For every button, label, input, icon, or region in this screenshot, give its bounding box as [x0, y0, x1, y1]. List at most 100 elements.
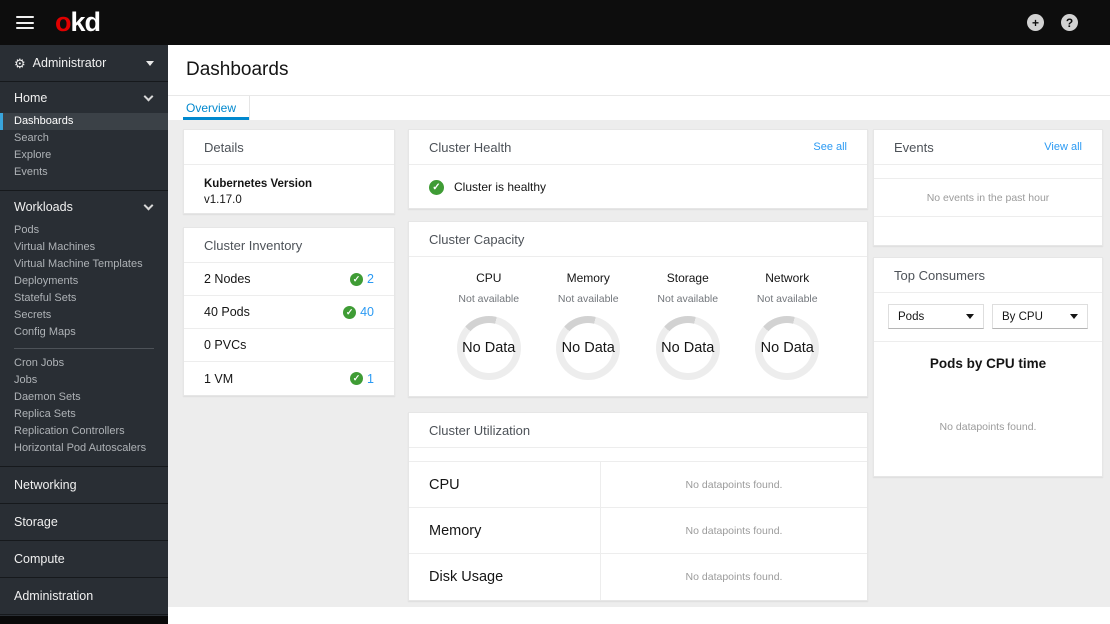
okd-logo-kd: kd [70, 7, 101, 37]
kubernetes-version-label: Kubernetes Version [204, 178, 313, 190]
gauge-network-availability: Not available [756, 293, 818, 305]
nav-home-label: Home [14, 91, 48, 105]
page-title: Dashboards [186, 59, 289, 80]
utilization-card-title: Cluster Utilization [429, 422, 531, 438]
sidebar-item-events[interactable]: Events [0, 164, 168, 181]
utilization-row-cpu: CPU No datapoints found. [409, 462, 867, 508]
nav-divider [14, 348, 154, 349]
sidebar-item-config-maps[interactable]: Config Maps [0, 324, 168, 341]
inventory-row-vms: 1 VM ✓ 1 [184, 362, 394, 395]
inventory-vms-status: ✓ 1 [350, 372, 374, 386]
nav-section-administration: Administration [0, 578, 168, 615]
consumer-metric-select[interactable]: By CPU [992, 304, 1088, 329]
sidebar-item-replication-controllers[interactable]: Replication Controllers [0, 423, 168, 440]
sidebar-item-jobs[interactable]: Jobs [0, 372, 168, 389]
sidebar-item-stateful-sets[interactable]: Stateful Sets [0, 290, 168, 307]
events-card-title: Events [894, 139, 934, 155]
sidebar-item-vm-templates[interactable]: Virtual Machine Templates [0, 256, 168, 273]
nav-compute-label: Compute [14, 552, 65, 566]
consumer-type-select[interactable]: Pods [888, 304, 984, 329]
sidebar-item-secrets[interactable]: Secrets [0, 307, 168, 324]
consumers-empty-message: No datapoints found. [939, 421, 1037, 433]
events-toolbar [874, 165, 1102, 179]
events-card-header: Events View all [874, 130, 1102, 165]
events-card: Events View all No events in the past ho… [873, 129, 1103, 246]
utilization-cpu-label: CPU [409, 462, 601, 507]
gauge-cpu-availability: Not available [458, 293, 520, 305]
sidebar-item-deployments[interactable]: Deployments [0, 273, 168, 290]
nav-networking-header[interactable]: Networking [0, 467, 168, 503]
sidebar-item-cron-jobs[interactable]: Cron Jobs [0, 355, 168, 372]
column-left: Details Kubernetes Version v1.17.0 Clust… [183, 129, 395, 396]
inventory-vms-count[interactable]: 1 [367, 372, 374, 386]
sidebar-item-horizontal-pod-autoscalers[interactable]: Horizontal Pod Autoscalers [0, 440, 168, 457]
perspective-switcher[interactable]: ⚙ Administrator [0, 45, 168, 82]
nav-workloads-header[interactable]: Workloads [0, 191, 168, 222]
utilization-toolbar [409, 448, 867, 462]
sidebar-item-virtual-machines[interactable]: Virtual Machines [0, 239, 168, 256]
sidebar-item-pods[interactable]: Pods [0, 222, 168, 239]
utilization-memory-label: Memory [409, 508, 601, 553]
details-card: Details Kubernetes Version v1.17.0 [183, 129, 395, 214]
see-all-link[interactable]: See all [813, 141, 847, 153]
inventory-nodes-label[interactable]: 2 Nodes [204, 272, 251, 286]
gauge-memory-label: Memory [566, 271, 610, 285]
capacity-card-body: CPU Not available No Data Memory Not ava… [409, 257, 867, 380]
inventory-nodes-status: ✓ 2 [350, 272, 374, 286]
help-icon[interactable]: ? [1061, 14, 1078, 31]
nav-workloads-label: Workloads [14, 200, 73, 214]
sidebar-item-replica-sets[interactable]: Replica Sets [0, 406, 168, 423]
nav-storage-header[interactable]: Storage [0, 504, 168, 540]
view-all-link[interactable]: View all [1044, 141, 1082, 153]
caret-down-icon [1070, 314, 1078, 319]
health-card-header: Cluster Health See all [409, 130, 867, 165]
inventory-card-title: Cluster Inventory [204, 237, 303, 253]
sidebar-item-daemon-sets[interactable]: Daemon Sets [0, 389, 168, 406]
inventory-vms-label[interactable]: 1 VM [204, 372, 233, 386]
capacity-gauge-storage: Storage Not available No Data [638, 271, 738, 380]
check-circle-icon: ✓ [350, 272, 364, 286]
menu-icon[interactable] [16, 16, 34, 29]
main-area: Dashboards Overview Details Kubernetes V… [168, 45, 1110, 624]
dashboard-content: Details Kubernetes Version v1.17.0 Clust… [168, 120, 1110, 607]
nav-home-items: Dashboards Search Explore Events [0, 113, 168, 190]
masthead: okd + ? [0, 0, 1110, 45]
sidebar-item-dashboards[interactable]: Dashboards [0, 113, 168, 130]
utilization-card-header: Cluster Utilization [409, 413, 867, 448]
utilization-row-memory: Memory No datapoints found. [409, 508, 867, 554]
nav-section-home: Home Dashboards Search Explore Events [0, 82, 168, 191]
caret-down-icon [966, 314, 974, 319]
nav-administration-label: Administration [14, 589, 94, 603]
check-circle-icon: ✓ [350, 372, 364, 385]
sidebar-item-explore[interactable]: Explore [0, 147, 168, 164]
nav-networking-label: Networking [14, 478, 77, 492]
inventory-pods-count[interactable]: 40 [360, 305, 374, 319]
health-card-body: ✓ Cluster is healthy [409, 165, 867, 209]
inventory-nodes-count[interactable]: 2 [367, 272, 374, 286]
sidebar-item-search[interactable]: Search [0, 130, 168, 147]
inventory-row-pvcs: 0 PVCs [184, 329, 394, 362]
add-icon[interactable]: + [1027, 14, 1044, 31]
cluster-capacity-card: Cluster Capacity CPU Not available No Da… [408, 221, 868, 397]
utilization-disk-label: Disk Usage [409, 554, 601, 600]
nav-home-header[interactable]: Home [0, 82, 168, 113]
inventory-pvcs-label[interactable]: 0 PVCs [204, 338, 246, 352]
events-empty-message: No events in the past hour [874, 179, 1102, 217]
masthead-actions: + ? [1027, 14, 1094, 31]
column-right: Events View all No events in the past ho… [873, 129, 1103, 477]
gauge-network-label: Network [765, 271, 810, 285]
details-card-header: Details [184, 130, 394, 165]
okd-logo[interactable]: okd [55, 7, 101, 37]
health-card-title: Cluster Health [429, 139, 512, 155]
cluster-utilization-card: Cluster Utilization CPU No datapoints fo… [408, 412, 868, 601]
nav-administration-header[interactable]: Administration [0, 578, 168, 614]
capacity-gauge-network: Network Not available No Data [738, 271, 838, 380]
inventory-card-header: Cluster Inventory [184, 228, 394, 263]
cpu-donut-value: No Data [462, 340, 516, 356]
capacity-gauge-memory: Memory Not available No Data [539, 271, 639, 380]
storage-donut-chart: No Data [655, 316, 720, 380]
top-consumers-card: Top Consumers Pods By CPU Pods by CPU ti… [873, 257, 1103, 477]
tab-overview[interactable]: Overview [183, 96, 251, 120]
nav-compute-header[interactable]: Compute [0, 541, 168, 577]
inventory-pods-label[interactable]: 40 Pods [204, 305, 250, 319]
